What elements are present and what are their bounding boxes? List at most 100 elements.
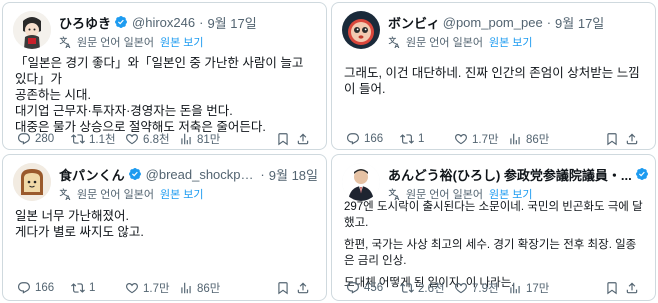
translation-label: 원문 언어 일본어	[77, 37, 154, 49]
reply-button[interactable]: 166	[17, 281, 71, 295]
like-button[interactable]: 6.8천	[125, 131, 179, 147]
user-handle[interactable]: @hirox246	[132, 15, 195, 30]
svg-text:A: A	[394, 42, 399, 49]
like-count: 7.9천	[472, 283, 499, 295]
translation-label: 원문 언어 일본어	[406, 37, 483, 49]
like-count: 6.8천	[143, 134, 170, 146]
share-button[interactable]	[296, 281, 316, 295]
views-button[interactable]: 86만	[508, 131, 562, 147]
translation-label: 원문 언어 일본어	[77, 189, 154, 201]
tweet-body: 「일본은 경기 좋다」와「일본인 중 가난한 사람이 늘고 있다」가 공존하는 …	[15, 55, 316, 135]
reply-icon	[347, 282, 359, 294]
bookmark-button[interactable]	[276, 132, 296, 146]
tweet-meta: 食パンくん @bread_shockpan7 · 9월 18일 文 A 원문 언어 일본어 원…	[59, 165, 318, 205]
svg-text:A: A	[65, 42, 70, 49]
tweet-card[interactable]: ひろゆき @hirox246 · 9월 17일 文 A 원문 언어 일본어 원본 보기 「일본은…	[2, 2, 327, 150]
translation-bar: 文 A 원문 언어 일본어 원본 보기	[59, 33, 318, 51]
verified-badge-icon	[635, 168, 648, 180]
post-date[interactable]: 9월 17일	[555, 13, 604, 32]
like-button[interactable]: 7.9천	[454, 280, 508, 296]
reply-button[interactable]: 280	[17, 132, 71, 146]
tweet-card[interactable]: 食パンくん @bread_shockpan7 · 9월 18일 文 A 원문 언어 일본어 원…	[2, 154, 327, 301]
tweet-actions: 166 1 1.7만 86만	[17, 279, 316, 297]
like-count: 1.7만	[472, 134, 499, 146]
display-name[interactable]: あんどう裕(ひろし) 参政党参議院議員・...	[388, 165, 632, 184]
views-icon	[181, 133, 191, 145]
bookmark-share-group	[605, 132, 645, 146]
views-button[interactable]: 17만	[508, 280, 562, 296]
show-original-link[interactable]: 원본 보기	[160, 186, 204, 202]
tweet-header: 食パンくん @bread_shockpan7 · 9월 18일 文 A 원문 언어 일본어 원…	[13, 163, 318, 205]
view-count: 86만	[526, 134, 550, 146]
display-name[interactable]: 食パンくん	[59, 165, 125, 184]
avatar[interactable]	[342, 163, 380, 201]
user-handle[interactable]: @pom_pom_pee	[443, 15, 543, 30]
repost-button[interactable]: 1.1천	[71, 131, 125, 147]
tweet-actions: 280 1.1천 6.8천 81만	[17, 130, 316, 148]
reply-icon	[18, 282, 30, 294]
share-icon	[626, 282, 638, 294]
like-icon	[455, 283, 467, 294]
user-handle[interactable]: @bread_shockpan7	[146, 167, 257, 182]
repost-count: 1.1천	[89, 134, 116, 146]
display-name[interactable]: ひろゆき	[59, 13, 111, 32]
show-original-link[interactable]: 원본 보기	[489, 34, 533, 50]
share-icon	[297, 282, 309, 294]
bookmark-icon	[607, 282, 617, 295]
avatar[interactable]	[342, 11, 380, 49]
tweet-text-line: 그래도, 이건 대단하네. 진짜 인간의 존엄이 상처받는 느낌이 들어.	[344, 66, 640, 96]
repost-button[interactable]: 1	[400, 132, 454, 146]
tweet-header: ひろゆき @hirox246 · 9월 17일 文 A 원문 언어 일본어 원본 보기	[13, 11, 318, 53]
repost-count: 1	[418, 133, 425, 145]
svg-text:A: A	[65, 194, 70, 201]
translate-icon: 文A	[389, 35, 400, 49]
avatar[interactable]	[13, 163, 51, 201]
reply-count: 456	[364, 282, 384, 294]
separator-dot: ·	[199, 14, 204, 30]
bookmark-icon	[278, 282, 288, 295]
bookmark-button[interactable]	[276, 281, 296, 295]
reply-button[interactable]: 166	[346, 132, 400, 146]
views-icon	[510, 133, 520, 145]
reply-icon	[347, 133, 359, 145]
views-icon	[181, 282, 191, 294]
tweet-text-line: 게다가 별로 싸지도 않고.	[15, 225, 144, 239]
share-button[interactable]	[625, 281, 645, 295]
tweet-actions: 166 1 1.7만 86만	[346, 130, 645, 148]
reply-count: 280	[35, 133, 55, 145]
repost-count: 1	[89, 282, 96, 294]
avatar[interactable]	[13, 11, 51, 49]
views-icon	[510, 282, 520, 294]
like-icon	[126, 283, 138, 294]
like-button[interactable]: 1.7만	[454, 131, 508, 147]
share-icon	[297, 133, 309, 145]
translate-icon: 文A	[60, 35, 71, 49]
repost-icon	[71, 134, 85, 144]
tweet-body: 일본 너무 가난해졌어. 게다가 별로 싸지도 않고.	[15, 208, 316, 240]
like-count: 1.7만	[143, 283, 170, 295]
views-button[interactable]: 81만	[179, 131, 233, 147]
bookmark-share-group	[605, 281, 645, 295]
bookmark-share-group	[276, 281, 316, 295]
view-count: 17만	[526, 283, 550, 295]
reply-button[interactable]: 456	[346, 281, 400, 295]
repost-button[interactable]: 1	[71, 281, 125, 295]
like-button[interactable]: 1.7만	[125, 280, 179, 296]
bookmark-icon	[278, 133, 288, 146]
repost-button[interactable]: 2.6천	[400, 280, 454, 296]
post-date[interactable]: 9월 17일	[207, 13, 256, 32]
bookmark-button[interactable]	[605, 281, 625, 295]
views-button[interactable]: 86만	[179, 280, 233, 296]
post-date[interactable]: 9월 18일	[269, 165, 318, 184]
share-button[interactable]	[296, 132, 316, 146]
bookmark-icon	[607, 133, 617, 146]
repost-icon	[400, 134, 414, 144]
tweet-card[interactable]: あんどう裕(ひろし) 参政党参議院議員・...@andouhir...·9월 1…	[331, 154, 656, 301]
display-name[interactable]: ボンビィ	[388, 13, 440, 32]
bookmark-button[interactable]	[605, 132, 625, 146]
tweet-card[interactable]: ボンビィ @pom_pom_pee · 9월 17일 文 A 원문 언어 일본어 원본 보기 그…	[331, 2, 656, 150]
share-button[interactable]	[625, 132, 645, 146]
show-original-link[interactable]: 원본 보기	[160, 34, 204, 50]
like-icon	[126, 134, 138, 145]
translate-icon: 文A	[60, 187, 71, 201]
